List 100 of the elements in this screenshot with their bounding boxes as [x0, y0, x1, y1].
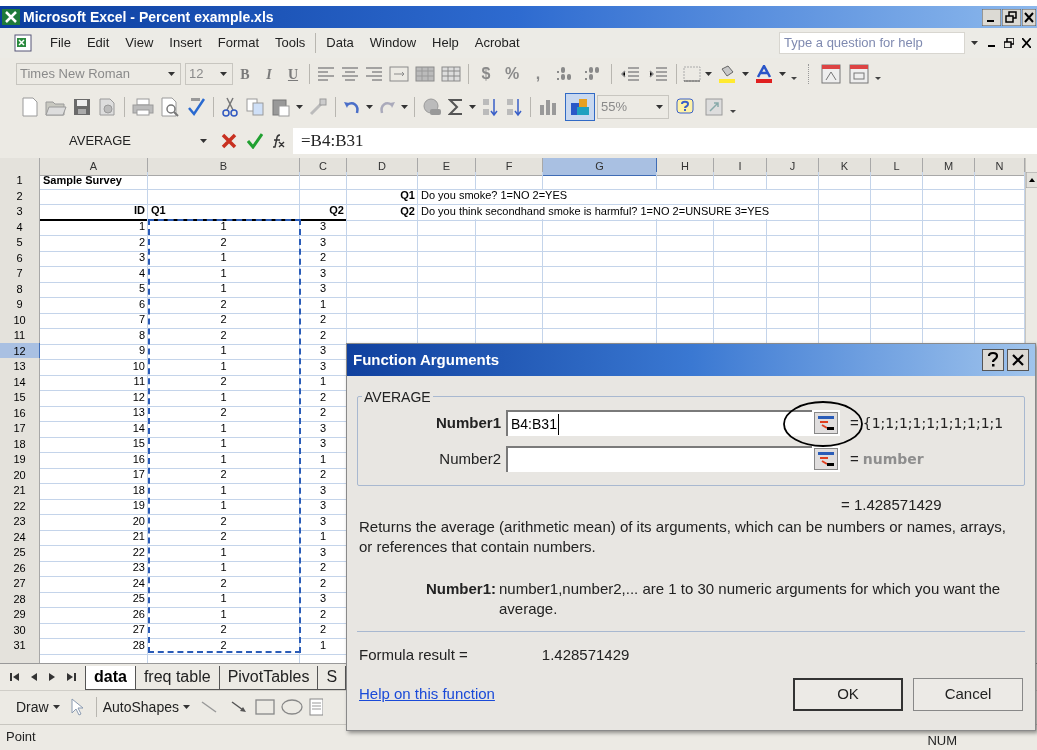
- close-icon[interactable]: [1007, 349, 1029, 371]
- caret-icon[interactable]: [971, 40, 978, 46]
- caret-icon[interactable]: [469, 104, 476, 110]
- last-sheet-icon[interactable]: [66, 671, 76, 682]
- column-header[interactable]: J: [767, 158, 819, 176]
- fill-color-icon[interactable]: [717, 65, 737, 83]
- collapse-dialog-icon[interactable]: [814, 448, 838, 470]
- column-header[interactable]: G: [543, 158, 657, 176]
- pointer-icon[interactable]: [69, 698, 84, 716]
- column-header[interactable]: K: [819, 158, 871, 176]
- column-header[interactable]: H: [657, 158, 714, 176]
- hyperlink-icon[interactable]: [422, 97, 442, 117]
- caret-icon[interactable]: [742, 71, 749, 77]
- close-icon[interactable]: [1022, 38, 1031, 48]
- undo-icon[interactable]: [343, 99, 361, 115]
- menu-item[interactable]: Help: [424, 33, 467, 53]
- column-header[interactable]: L: [871, 158, 923, 176]
- previous-sheet-icon[interactable]: [30, 671, 38, 682]
- decrease-indent-icon[interactable]: [620, 66, 640, 82]
- spreadsheet-cell: [347, 265, 418, 283]
- caret-icon[interactable]: [220, 71, 227, 77]
- sheet-tab[interactable]: data: [85, 665, 136, 690]
- caret-icon[interactable]: [296, 104, 303, 110]
- print-icon[interactable]: [132, 98, 154, 116]
- increase-indent-icon[interactable]: [648, 66, 668, 82]
- spreadsheet-cell: 3: [300, 265, 347, 283]
- arrow-icon[interactable]: [229, 700, 248, 714]
- menu-item[interactable]: Acrobat: [466, 33, 528, 53]
- caret-icon[interactable]: [705, 71, 712, 77]
- bold-button[interactable]: B: [233, 63, 257, 85]
- caret-icon[interactable]: [656, 104, 663, 110]
- collapse-dialog-icon[interactable]: [814, 412, 838, 434]
- column-header[interactable]: B: [148, 158, 300, 176]
- menu-item[interactable]: Format: [209, 33, 267, 53]
- caret-icon[interactable]: [200, 138, 207, 144]
- oval-icon[interactable]: [280, 699, 303, 715]
- line-icon[interactable]: [199, 700, 218, 714]
- autoshapes-menu-button[interactable]: AutoShapes: [100, 696, 192, 718]
- spreadsheet-cell: 2: [148, 296, 300, 314]
- column-header[interactable]: A: [40, 158, 148, 176]
- restore-icon[interactable]: [1002, 8, 1021, 26]
- caret-icon[interactable]: [401, 104, 408, 110]
- cut-icon[interactable]: [221, 97, 239, 117]
- spreadsheet-cell: 1: [148, 451, 300, 469]
- menu-item[interactable]: Window: [361, 33, 425, 53]
- restore-icon[interactable]: [1004, 38, 1014, 48]
- enter-icon[interactable]: [247, 133, 263, 149]
- caret-icon[interactable]: [779, 71, 786, 77]
- pdf-mail-icon[interactable]: [849, 64, 869, 84]
- underline-button[interactable]: U: [281, 63, 305, 85]
- workbook-icon[interactable]: [14, 33, 34, 53]
- permission-icon[interactable]: [97, 97, 117, 117]
- font-color-icon[interactable]: [754, 65, 774, 83]
- pdf-icon[interactable]: [821, 64, 841, 84]
- spreadsheet-cell: 16: [40, 451, 148, 469]
- column-header[interactable]: D: [347, 158, 418, 176]
- ok-button[interactable]: OK: [793, 678, 903, 711]
- print-preview-icon[interactable]: [160, 97, 180, 117]
- paste-icon[interactable]: [271, 97, 291, 117]
- caret-icon[interactable]: [168, 71, 175, 77]
- sheet-tab[interactable]: S: [317, 665, 347, 690]
- autosum-icon[interactable]: [448, 98, 464, 116]
- argument-field[interactable]: B4:B31: [506, 410, 812, 436]
- caret-icon[interactable]: [366, 104, 373, 110]
- minimize-icon[interactable]: [982, 8, 1001, 26]
- sort-ascending-icon[interactable]: [481, 97, 499, 117]
- function-icon[interactable]: [271, 134, 285, 148]
- help-link[interactable]: Help on this function: [359, 683, 495, 706]
- menu-item[interactable]: View: [117, 33, 162, 53]
- italic-button[interactable]: I: [257, 63, 281, 85]
- argument-field[interactable]: [506, 446, 812, 472]
- column-header[interactable]: C: [300, 158, 347, 176]
- column-header[interactable]: F: [476, 158, 543, 176]
- drawing-button[interactable]: [565, 93, 595, 121]
- cancel-icon[interactable]: [221, 133, 237, 149]
- column-header[interactable]: M: [923, 158, 975, 176]
- save-icon[interactable]: [73, 98, 91, 116]
- spelling-icon[interactable]: [186, 97, 206, 117]
- close-icon[interactable]: [1022, 8, 1036, 26]
- cancel-button[interactable]: Cancel: [913, 678, 1023, 711]
- first-sheet-icon[interactable]: [10, 671, 20, 682]
- column-header[interactable]: E: [418, 158, 476, 176]
- menu-item[interactable]: Tools: [267, 33, 314, 53]
- sort-descending-icon[interactable]: [505, 97, 523, 117]
- formula-field[interactable]: =B4:B31: [293, 128, 1037, 154]
- menu-item[interactable]: File: [42, 33, 79, 53]
- scroll-up-icon[interactable]: [1026, 172, 1037, 188]
- spreadsheet-cell: [767, 280, 819, 298]
- excel-icon[interactable]: [2, 9, 20, 25]
- column-header[interactable]: N: [975, 158, 1025, 176]
- name-box[interactable]: AVERAGE: [0, 129, 180, 153]
- menu-item[interactable]: Data: [318, 33, 362, 53]
- spreadsheet-cell: 1: [300, 296, 347, 314]
- column-header[interactable]: I: [714, 158, 767, 176]
- menu-item[interactable]: Insert: [161, 33, 210, 53]
- help-field[interactable]: Type a question for help: [779, 32, 965, 54]
- draw-menu-button[interactable]: Draw: [14, 696, 62, 718]
- menu-item[interactable]: Edit: [78, 33, 118, 53]
- next-sheet-icon[interactable]: [48, 671, 56, 682]
- help-icon[interactable]: [982, 349, 1004, 371]
